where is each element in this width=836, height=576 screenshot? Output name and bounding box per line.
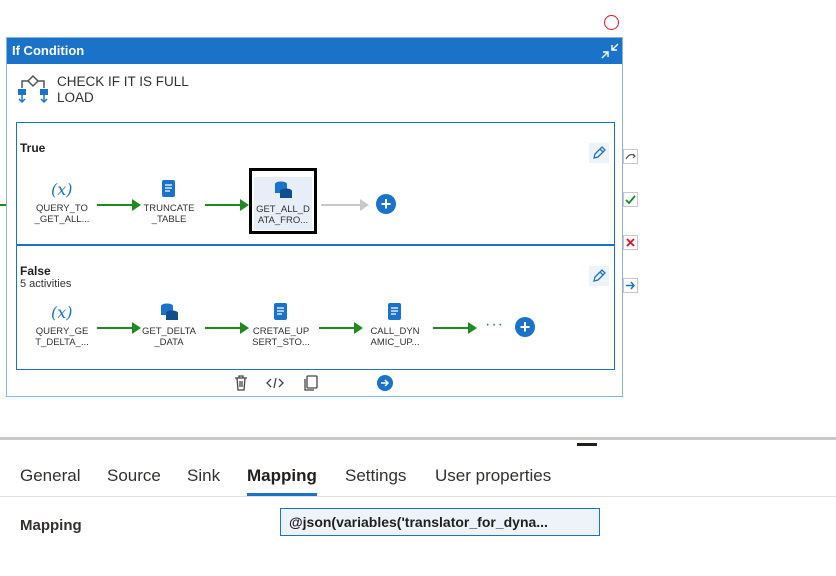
pipeline-canvas[interactable]: If Condition CHECK IF IT IS FULL LOAD Tr… bbox=[0, 0, 836, 438]
tab-source[interactable]: Source bbox=[107, 466, 161, 486]
success-arrow bbox=[205, 199, 249, 211]
panel-splitter[interactable] bbox=[0, 437, 836, 440]
add-activity-button[interactable]: + bbox=[515, 317, 535, 337]
copy-data-icon bbox=[161, 303, 178, 320]
script-icon bbox=[162, 180, 175, 197]
status-indicator bbox=[604, 15, 619, 30]
container-header: If Condition bbox=[7, 38, 622, 64]
variable-icon: (x) bbox=[51, 180, 73, 199]
tab-settings[interactable]: Settings bbox=[345, 466, 406, 486]
success-arrow bbox=[205, 322, 249, 334]
activity-get-all-data-from[interactable]: GET_ALL_D ATA_FRO... bbox=[249, 168, 317, 234]
tabs-divider bbox=[0, 496, 836, 497]
success-arrow bbox=[97, 322, 141, 334]
incoming-arrow bbox=[0, 204, 6, 206]
false-branch-count: 5 activities bbox=[20, 278, 72, 290]
true-branch[interactable]: True (x) QUERY_TO _GET_ALL... TRUNCATE _… bbox=[16, 122, 615, 245]
mapping-label: Mapping bbox=[20, 517, 82, 534]
success-arrow bbox=[433, 322, 477, 334]
code-icon[interactable] bbox=[266, 374, 284, 392]
tab-general[interactable]: General bbox=[20, 466, 80, 486]
pencil-icon bbox=[593, 146, 606, 159]
activity-query-get-delta[interactable]: (x) QUERY_GE T_DELTA_... bbox=[32, 301, 92, 348]
pending-arrow bbox=[321, 199, 369, 211]
if-condition-activity-name: CHECK IF IT IS FULL LOAD bbox=[57, 74, 189, 105]
tab-sink[interactable]: Sink bbox=[187, 466, 220, 486]
completion-output-button[interactable] bbox=[623, 278, 638, 293]
svg-text:(x): (x) bbox=[51, 303, 73, 322]
script-icon bbox=[388, 303, 401, 320]
tab-mapping[interactable]: Mapping bbox=[247, 466, 317, 486]
container-title: If Condition bbox=[12, 43, 85, 58]
script-icon bbox=[274, 303, 287, 320]
false-branch-label: False bbox=[20, 264, 51, 278]
success-arrow bbox=[97, 199, 141, 211]
more-activities[interactable]: ··· bbox=[485, 316, 504, 334]
mapping-expression-field[interactable]: @json(variables('translator_for_dyna... bbox=[280, 508, 600, 536]
if-condition-icon bbox=[18, 74, 48, 104]
arrow-right-icon bbox=[626, 281, 635, 290]
checkmark-icon bbox=[625, 195, 636, 205]
add-activity-button[interactable]: + bbox=[376, 194, 396, 214]
if-condition-container[interactable]: If Condition CHECK IF IT IS FULL LOAD Tr… bbox=[6, 37, 623, 397]
go-to-icon[interactable] bbox=[376, 374, 394, 392]
clone-icon[interactable] bbox=[302, 374, 320, 392]
success-arrow bbox=[319, 322, 363, 334]
activity-truncate-table[interactable]: TRUNCATE _TABLE bbox=[139, 178, 199, 225]
splitter-handle[interactable] bbox=[577, 443, 597, 446]
activity-query-to-get-all[interactable]: (x) QUERY_TO _GET_ALL... bbox=[32, 178, 92, 225]
tab-user-properties[interactable]: User properties bbox=[435, 466, 551, 486]
activity-cretae-upsert-sto[interactable]: CRETAE_UP SERT_STO... bbox=[251, 301, 311, 348]
success-output-button[interactable] bbox=[623, 192, 638, 207]
edit-true-branch-button[interactable] bbox=[589, 143, 609, 163]
false-branch[interactable]: False 5 activities (x) QUERY_GE T_DELTA_… bbox=[16, 245, 615, 370]
activity-call-dynamic-up[interactable]: CALL_DYN AMIC_UP... bbox=[365, 301, 425, 348]
delete-icon[interactable] bbox=[232, 374, 250, 392]
edit-false-branch-button[interactable] bbox=[589, 266, 609, 286]
activity-get-delta-data[interactable]: GET_DELTA _DATA bbox=[139, 301, 199, 348]
variable-icon: (x) bbox=[51, 303, 73, 322]
close-icon bbox=[626, 238, 635, 247]
copy-data-icon bbox=[275, 181, 292, 198]
pencil-icon bbox=[593, 269, 606, 282]
true-branch-label: True bbox=[20, 141, 46, 155]
skip-output-button[interactable] bbox=[623, 149, 638, 164]
svg-text:(x): (x) bbox=[51, 180, 73, 199]
collapse-icon[interactable] bbox=[600, 41, 620, 61]
failure-output-button[interactable] bbox=[623, 235, 638, 250]
skip-icon bbox=[625, 153, 636, 160]
